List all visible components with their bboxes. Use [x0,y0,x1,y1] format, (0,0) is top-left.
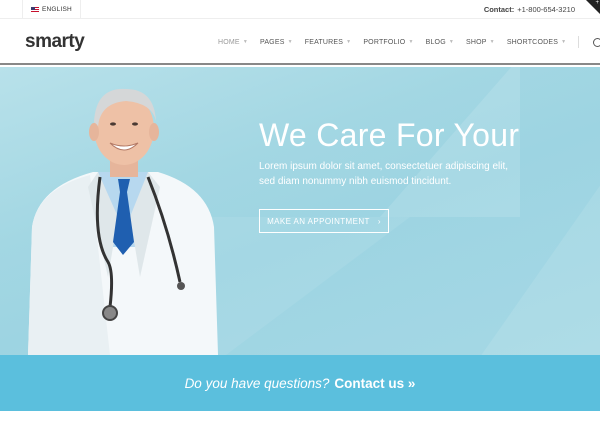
nav-label: PORTFOLIO [363,38,406,46]
nav-label: SHORTCODES [506,38,559,46]
nav-item-shortcodes[interactable]: SHORTCODES ▼ [507,39,566,46]
nav-label: BLOG [425,38,446,46]
contact-us-link[interactable]: Contact us » [334,376,415,391]
background-shape [210,217,410,355]
site-logo[interactable]: smarty [25,31,85,53]
nav-item-shop[interactable]: SHOP ▼ [466,39,495,46]
nav-label: PAGES [259,38,285,46]
contact-phone[interactable]: +1-800-654-3210 [517,5,575,14]
callout-question: Do you have questions? [184,375,330,391]
top-bar: ENGLISH Contact: +1-800-654-3210 + [0,0,600,19]
corner-toggle-button[interactable]: + [586,0,600,14]
hero-slider: We Care For Your Lorem ipsum dolor sit a… [0,67,600,355]
make-appointment-button[interactable]: MAKE AN APPOINTMENT › [259,209,389,233]
main-nav: HOME ▼ PAGES ▼ FEATURES ▼ PORTFOLIO ▼ BLOG ▼ … [218,19,600,65]
chevron-down-icon: ▼ [287,39,293,45]
chevron-right-icon: › [377,216,381,226]
chevron-down-icon: ▼ [489,39,495,45]
nav-item-pages[interactable]: PAGES ▼ [260,39,293,46]
nav-label: FEATURES [304,38,344,46]
hero-description: Lorem ipsum dolor sit amet, consectetuer… [259,161,509,187]
language-selector[interactable]: ENGLISH [22,0,81,19]
contact-callout: Do you have questions? Contact us » [0,355,600,411]
nav-label: HOME [218,38,240,46]
nav-item-blog[interactable]: BLOG ▼ [426,39,454,46]
chevron-down-icon: ▼ [408,39,414,45]
nav-item-home[interactable]: HOME ▼ [218,39,248,46]
doctor-image [28,88,218,355]
contact-label: Contact: [483,5,515,14]
us-flag-icon [31,6,39,13]
main-header: smarty HOME ▼ PAGES ▼ FEATURES ▼ PORTFOLIO ▼… [0,19,600,65]
chevron-down-icon: ▼ [561,39,567,45]
chevron-down-icon: ▼ [242,39,248,45]
page-bottom [0,411,600,430]
plus-icon: + [595,0,599,6]
contact-info: Contact: +1-800-654-3210 [484,0,575,19]
nav-item-portfolio[interactable]: PORTFOLIO ▼ [363,39,413,46]
chevron-down-icon: ▼ [448,39,455,45]
language-label: ENGLISH [42,6,72,13]
chevron-down-icon: ▼ [346,39,352,45]
button-label: MAKE AN APPOINTMENT [267,216,370,226]
nav-divider [578,36,580,48]
nav-item-features[interactable]: FEATURES ▼ [305,39,352,46]
nav-label: SHOP [466,38,487,46]
search-icon[interactable] [593,37,600,47]
hero-title: We Care For Your [259,117,520,153]
